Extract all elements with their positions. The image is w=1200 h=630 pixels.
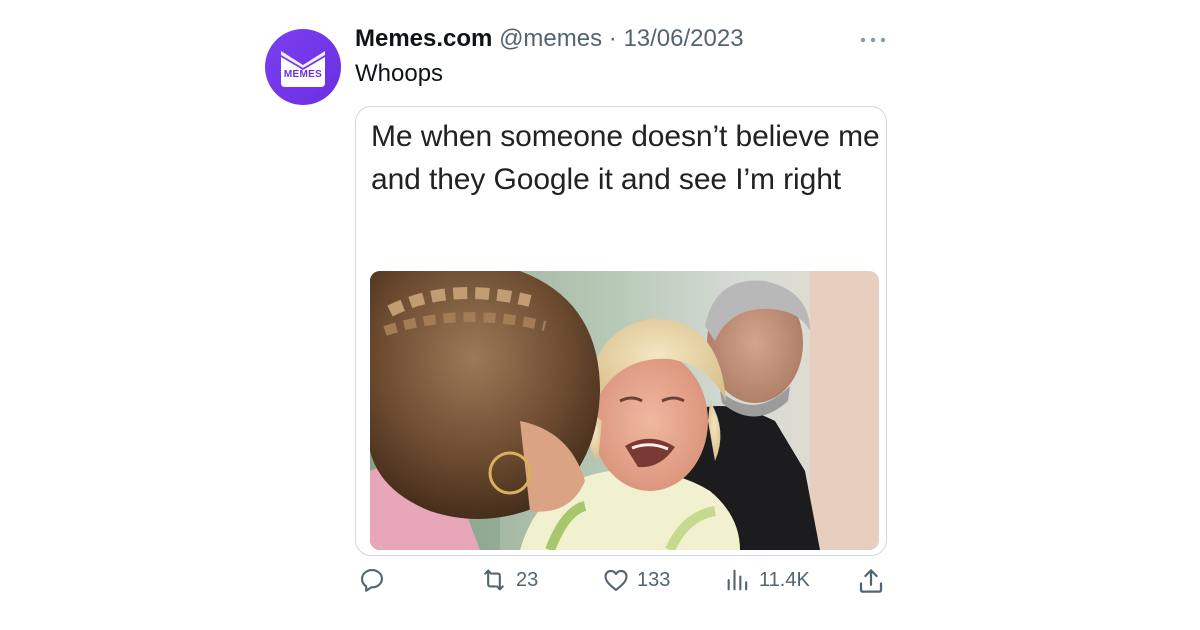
retweet-icon [484, 569, 504, 591]
handle[interactable]: @memes [499, 25, 602, 52]
like-button[interactable]: 133 [602, 566, 670, 594]
tweet-date[interactable]: 13/06/2023 [623, 25, 743, 52]
separator-dot: · [602, 25, 624, 52]
tweet-actions: 23 133 11.4K [0, 566, 1200, 600]
share-icon [859, 569, 883, 593]
more-horizontal-icon [860, 37, 886, 43]
views-count: 11.4K [759, 568, 810, 591]
avatar[interactable]: MEMES [265, 29, 341, 105]
display-name[interactable]: Memes.com [355, 25, 492, 52]
meme-image [370, 271, 879, 550]
avatar-logo-text: MEMES [283, 69, 323, 80]
tweet-header: Memes.com @memes · 13/06/2023 [355, 25, 744, 53]
share-button[interactable] [856, 566, 886, 596]
like-count: 133 [637, 568, 671, 591]
meme-photo[interactable] [370, 271, 879, 550]
views-icon [727, 569, 748, 591]
views-button[interactable]: 11.4K [724, 566, 810, 594]
meme-caption: Me when someone doesn’t believe me and t… [371, 120, 880, 196]
reply-button[interactable] [358, 566, 386, 594]
tweet-text: Whoops [355, 60, 444, 87]
retweet-count: 23 [516, 568, 539, 591]
heart-icon [604, 569, 628, 591]
reply-icon [361, 569, 383, 592]
retweet-button[interactable]: 23 [479, 566, 538, 594]
media-card[interactable]: Me when someone doesn’t believe me and t… [355, 106, 887, 556]
more-options-button[interactable] [858, 30, 888, 50]
memes-logo-icon [281, 51, 325, 87]
